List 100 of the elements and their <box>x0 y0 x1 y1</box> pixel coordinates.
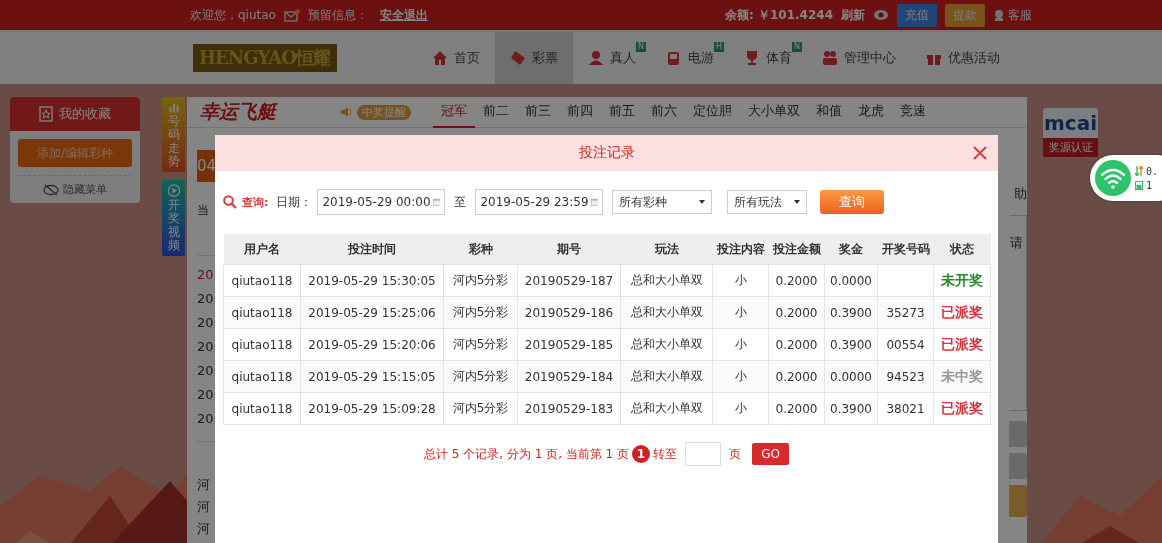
nav-item[interactable]: 体育 N <box>729 32 807 84</box>
nav-item[interactable]: 首页 <box>417 32 495 84</box>
column-header: 奖金 <box>824 234 878 265</box>
nav-badge: N <box>792 42 802 52</box>
region-text: 河 <box>197 498 211 516</box>
region-text: 河 <box>197 476 211 494</box>
play-select[interactable]: 所有玩法 <box>727 190 808 214</box>
column-header: 期号 <box>517 234 621 265</box>
network-widget[interactable]: 0. 1 <box>1090 155 1162 201</box>
side-tab[interactable]: 号码走势 <box>162 97 185 172</box>
go-button[interactable]: GO <box>752 443 790 465</box>
search-icon <box>223 195 237 209</box>
battery-text: 1 <box>1146 179 1153 191</box>
current-page-badge[interactable]: 1 <box>632 445 651 463</box>
battery-icon <box>1135 180 1143 190</box>
table-cell: 河内5分彩 <box>443 296 518 329</box>
side-button[interactable] <box>1009 421 1027 447</box>
calendar-icon <box>590 196 599 208</box>
draw-row-text[interactable]: 20 <box>197 362 215 379</box>
play-tab[interactable]: 冠军 <box>433 96 475 128</box>
nav-item[interactable]: 真人 N <box>573 32 651 84</box>
table-cell: 总和大小单双 <box>620 296 713 329</box>
side-button[interactable] <box>1009 453 1027 479</box>
play-tab[interactable]: 前三 <box>517 96 559 128</box>
play-tab[interactable]: 龙虎 <box>850 96 892 128</box>
play-tab[interactable]: 和值 <box>808 96 850 128</box>
current-text: 当 <box>197 202 210 219</box>
table-cell: qiutao118 <box>223 392 301 425</box>
people-icon <box>822 50 838 66</box>
status-cell: 已派奖 <box>933 328 991 361</box>
end-date-field[interactable]: 2019-05-29 23:59 <box>475 189 604 215</box>
table-cell: 河内5分彩 <box>443 360 518 393</box>
query-label: 查询: <box>242 194 269 210</box>
close-icon[interactable] <box>973 146 987 160</box>
certification-logo: mcai <box>1043 108 1098 138</box>
table-cell: qiutao118 <box>223 360 301 393</box>
table-cell: 0.2000 <box>768 360 825 393</box>
nav-item[interactable]: 管理中心 <box>807 32 911 84</box>
draw-row-text[interactable]: 20 <box>197 290 215 307</box>
status-cell: 已派奖 <box>933 392 991 425</box>
table-cell: 2019-05-29 15:25:06 <box>300 296 444 329</box>
trophy-icon <box>744 50 760 66</box>
side-button[interactable] <box>1009 485 1027 517</box>
play-tab[interactable]: 前四 <box>559 96 601 128</box>
table-cell: 20190529-183 <box>517 392 621 425</box>
draw-row-text[interactable]: 20 <box>197 410 215 427</box>
table-cell: 2019-05-29 15:15:05 <box>300 360 444 393</box>
draw-row-text[interactable]: 20 <box>197 386 215 403</box>
hide-menu-link[interactable]: 隐藏菜单 <box>18 175 132 203</box>
dialog-title: 投注记录 <box>578 144 635 162</box>
play-tab[interactable]: 大小单双 <box>740 96 808 128</box>
table-cell: 总和大小单双 <box>620 360 713 393</box>
table-cell <box>877 264 934 297</box>
query-button[interactable]: 查询 <box>820 190 885 214</box>
lottery-select[interactable]: 所有彩种 <box>612 190 713 214</box>
eye-slash-icon <box>43 183 59 196</box>
date-label: 日期： <box>276 193 313 211</box>
table-cell: 0.0000 <box>824 264 878 297</box>
service-link[interactable]: 客服 <box>993 6 1032 24</box>
page-unit-label: 页 <box>729 445 742 463</box>
wifi-icon <box>1095 160 1131 196</box>
transfer-arrows-icon <box>1135 166 1143 176</box>
play-tab[interactable]: 竞速 <box>892 96 934 128</box>
table-cell: 2019-05-29 15:09:28 <box>300 392 444 425</box>
play-tab[interactable]: 定位胆 <box>685 96 740 128</box>
table-cell: 2019-05-29 15:20:06 <box>300 328 444 361</box>
lottery-logo: 幸运飞艇 <box>200 99 279 124</box>
side-tab[interactable]: 开奖视频 <box>162 180 185 256</box>
draw-row-text[interactable]: 20 <box>197 314 215 331</box>
table-cell: qiutao118 <box>223 264 301 297</box>
table-cell: qiutao118 <box>223 328 301 361</box>
help-text[interactable]: 助 <box>1015 185 1027 203</box>
start-date-field[interactable]: 2019-05-29 00:00 <box>317 189 446 215</box>
table-cell: 小 <box>712 360 769 393</box>
speed-text: 0. <box>1146 165 1159 177</box>
mail-icon[interactable] <box>283 8 300 22</box>
house-icon <box>432 50 448 66</box>
play-tab[interactable]: 前二 <box>475 96 517 128</box>
table-cell: 0.3900 <box>824 328 878 361</box>
play-tab[interactable]: 前五 <box>601 96 643 128</box>
nav-item[interactable]: 电游 H <box>651 32 729 84</box>
table-cell: 0.0000 <box>824 360 878 393</box>
logout-link[interactable]: 安全退出 <box>379 6 428 24</box>
goto-label: 转至 <box>653 445 678 463</box>
nav-item[interactable]: 优惠活动 <box>911 32 1015 84</box>
table-cell: 0.3900 <box>824 392 878 425</box>
table-cell: 0.3900 <box>824 296 878 329</box>
nav-item[interactable]: 彩票 <box>495 32 573 84</box>
draw-row-text[interactable]: 20 <box>197 266 215 283</box>
eye-icon[interactable] <box>873 9 889 21</box>
page-input[interactable] <box>685 442 722 466</box>
play-tab[interactable]: 前六 <box>643 96 685 128</box>
speaker-icon[interactable] <box>340 106 354 118</box>
pagination-summary: 总计 5 个记录, 分为 1 页, 当前第 1 页 <box>423 445 630 463</box>
table-cell: 总和大小单双 <box>620 392 713 425</box>
draw-row-text[interactable]: 20 <box>197 338 215 355</box>
nav-badge: H <box>714 42 724 52</box>
table-cell: 小 <box>712 392 769 425</box>
column-header: 彩种 <box>443 234 518 265</box>
refresh-link[interactable]: 刷新 <box>841 6 865 24</box>
